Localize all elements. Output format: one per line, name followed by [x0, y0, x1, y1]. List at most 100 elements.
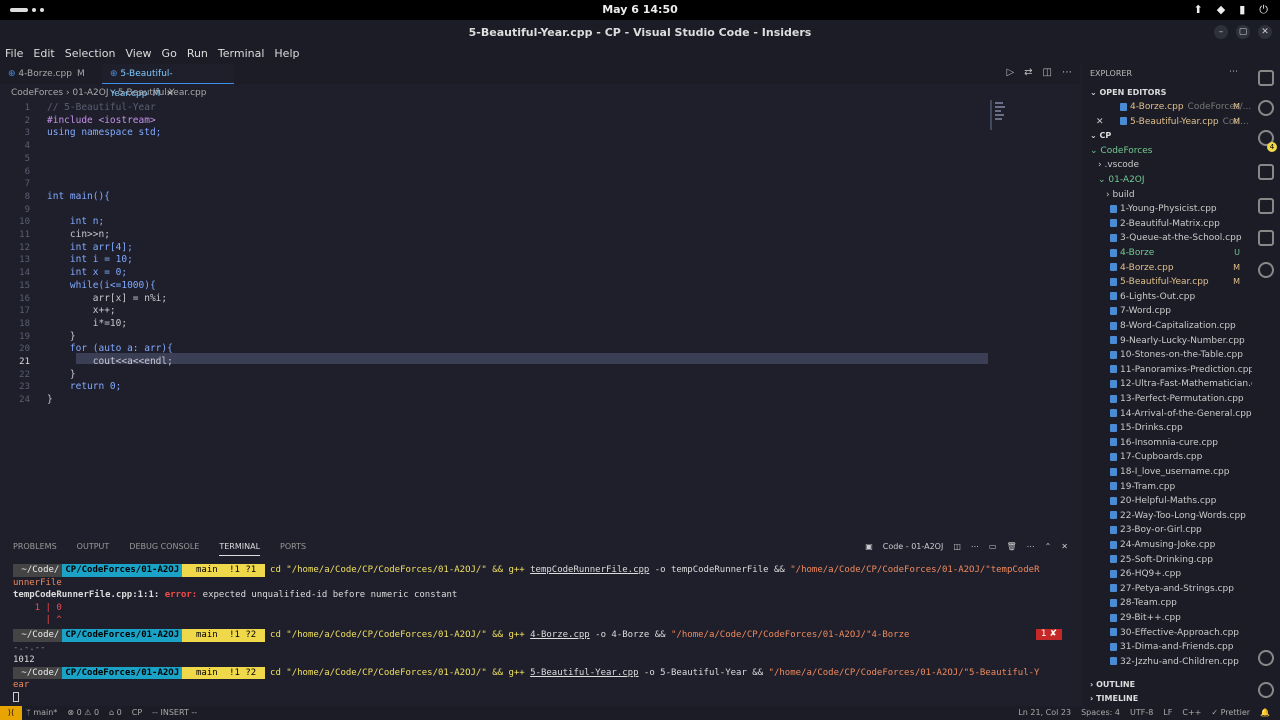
- folder-codeforces[interactable]: ⌄ CodeForces: [1082, 144, 1252, 159]
- maximize-panel-icon[interactable]: ⌃: [1045, 540, 1052, 554]
- more-actions-icon[interactable]: ⋯: [1062, 67, 1072, 78]
- menu-view[interactable]: View: [120, 46, 156, 64]
- settings-gear-icon[interactable]: [1258, 682, 1274, 698]
- workspace-root[interactable]: ⌄ CP: [1082, 129, 1252, 143]
- remote-explorer-icon[interactable]: [1258, 230, 1274, 246]
- file-item[interactable]: 2-Beautiful-Matrix.cpp: [1082, 217, 1252, 232]
- testing-icon[interactable]: [1258, 262, 1274, 278]
- language-mode[interactable]: C++: [1182, 706, 1201, 720]
- split-terminal-icon[interactable]: ◫: [953, 540, 961, 554]
- file-item[interactable]: 28-Team.cpp: [1082, 596, 1252, 611]
- file-item[interactable]: 24-Amusing-Joke.cpp: [1082, 538, 1252, 553]
- tab-ports[interactable]: PORTS: [280, 538, 306, 556]
- file-item[interactable]: 29-Bit++.cpp: [1082, 611, 1252, 626]
- code-editor[interactable]: 1 // 5-Beautiful-Year 2 #include <iostream>…: [0, 100, 1080, 530]
- code-line[interactable]: int n;: [47, 216, 104, 229]
- file-item[interactable]: 18-I_love_username.cpp: [1082, 465, 1252, 480]
- code-line[interactable]: int i = 10;: [47, 254, 133, 267]
- close-window-button[interactable]: ✕: [1258, 25, 1272, 39]
- minimize-button[interactable]: –: [1214, 25, 1228, 39]
- file-item[interactable]: 5-Beautiful-Year.cpp M: [1082, 275, 1252, 290]
- file-item[interactable]: 20-Helpful-Maths.cpp: [1082, 494, 1252, 509]
- source-file-link[interactable]: 5-Beautiful-Year.cpp: [530, 668, 638, 678]
- ports-status[interactable]: ⌂ 0: [109, 706, 122, 720]
- file-item[interactable]: 3-Queue-at-the-School.cpp: [1082, 231, 1252, 246]
- notifications-icon[interactable]: 🔔: [1260, 706, 1270, 720]
- minimap[interactable]: [990, 100, 1006, 130]
- branch-status[interactable]: ᛘ main*: [26, 706, 57, 720]
- code-line[interactable]: int arr[4];: [47, 242, 133, 255]
- panel-layout-icon[interactable]: ▭: [989, 540, 997, 554]
- tab-4-borze[interactable]: ⊕ 4-Borze.cpp M: [0, 64, 102, 84]
- file-item[interactable]: 31-Dima-and-Friends.cpp: [1082, 640, 1252, 655]
- file-item[interactable]: 22-Way-Too-Long-Words.cpp: [1082, 509, 1252, 524]
- explorer-icon[interactable]: [1258, 70, 1274, 86]
- code-line[interactable]: }: [47, 369, 76, 382]
- compare-icon[interactable]: ⇄: [1024, 67, 1032, 78]
- file-item[interactable]: 1-Young-Physicist.cpp: [1082, 202, 1252, 217]
- source-file-link[interactable]: 4-Borze.cpp: [530, 630, 590, 640]
- code-line[interactable]: x++;: [47, 305, 116, 318]
- open-editor-item[interactable]: 5-Beautiful-Year.cpp Cod... M ✕: [1082, 115, 1252, 130]
- tab-5-beautiful-year[interactable]: ⊕ 5-Beautiful-Year.cpp M ✕: [102, 64, 234, 99]
- split-editor-icon[interactable]: ◫: [1043, 67, 1052, 78]
- code-line[interactable]: int main(){: [47, 191, 110, 204]
- menu-selection[interactable]: Selection: [60, 46, 121, 64]
- breadcrumb[interactable]: CodeForces › 01-A2OJ › 5-Beautiful-Year.…: [11, 86, 206, 100]
- system-tray[interactable]: ⬆ ◆ ▮ ⏻: [1194, 3, 1268, 17]
- code-line[interactable]: using namespace std;: [47, 127, 161, 140]
- tab-output[interactable]: OUTPUT: [77, 538, 110, 556]
- file-item[interactable]: 15-Drinks.cpp: [1082, 421, 1252, 436]
- maximize-button[interactable]: ▢: [1236, 25, 1250, 39]
- close-editor-icon[interactable]: ✕: [1096, 115, 1104, 130]
- file-item[interactable]: 11-Panoramixs-Prediction.cpp: [1082, 363, 1252, 378]
- menu-go[interactable]: Go: [157, 46, 182, 64]
- code-line[interactable]: int x = 0;: [47, 267, 127, 280]
- code-line[interactable]: #include <iostream>: [47, 115, 156, 128]
- encoding[interactable]: UTF-8: [1130, 706, 1153, 720]
- menu-terminal[interactable]: Terminal: [213, 46, 270, 64]
- problems-status[interactable]: ⊗ 0 ⚠ 0: [67, 706, 99, 720]
- file-item[interactable]: 12-Ultra-Fast-Mathematician.cpp: [1082, 377, 1252, 392]
- file-item[interactable]: 26-HQ9+.cpp: [1082, 567, 1252, 582]
- account-icon[interactable]: [1258, 650, 1274, 666]
- code-line[interactable]: cin>>n;: [47, 229, 110, 242]
- file-item[interactable]: 16-Insomnia-cure.cpp: [1082, 436, 1252, 451]
- more-actions-icon[interactable]: ⋯: [1027, 540, 1035, 554]
- extensions-icon[interactable]: [1258, 198, 1274, 214]
- code-line[interactable]: for (auto a: arr){: [47, 343, 173, 356]
- folder-vscode[interactable]: › .vscode: [1082, 158, 1252, 173]
- file-item[interactable]: 23-Boy-or-Girl.cpp: [1082, 523, 1252, 538]
- code-line[interactable]: i*=10;: [47, 318, 127, 331]
- code-line[interactable]: cout<<a<<endl;: [47, 356, 173, 369]
- file-item[interactable]: 32-Jzzhu-and-Children.cpp: [1082, 655, 1252, 670]
- code-line[interactable]: }: [47, 331, 76, 344]
- folder-build[interactable]: › build: [1082, 188, 1252, 203]
- more-actions-icon[interactable]: ⋯: [1229, 67, 1238, 77]
- workspace-status[interactable]: CP: [132, 706, 142, 720]
- code-line[interactable]: }: [47, 394, 53, 407]
- code-line[interactable]: return 0;: [47, 381, 121, 394]
- terminal-selector[interactable]: Code - 01-A2OJ: [883, 540, 944, 554]
- file-item[interactable]: 4-Borze U: [1082, 246, 1252, 261]
- file-item[interactable]: 17-Cupboards.cpp: [1082, 450, 1252, 465]
- system-clock[interactable]: May 6 14:50: [0, 3, 1280, 16]
- file-item[interactable]: 7-Word.cpp: [1082, 304, 1252, 319]
- tab-terminal[interactable]: TERMINAL: [219, 538, 261, 556]
- timeline-section[interactable]: › TIMELINE: [1082, 692, 1252, 706]
- file-item[interactable]: 13-Perfect-Permutation.cpp: [1082, 392, 1252, 407]
- run-icon[interactable]: ▷: [1006, 67, 1014, 78]
- file-item[interactable]: 19-Tram.cpp: [1082, 480, 1252, 495]
- close-panel-icon[interactable]: ✕: [1061, 540, 1068, 554]
- file-item[interactable]: 4-Borze.cpp M: [1082, 261, 1252, 276]
- indentation[interactable]: Spaces: 4: [1081, 706, 1120, 720]
- more-icon[interactable]: ⋯: [971, 540, 979, 554]
- run-debug-icon[interactable]: [1258, 164, 1274, 180]
- file-item[interactable]: 14-Arrival-of-the-General.cpp: [1082, 407, 1252, 422]
- remote-indicator[interactable]: ⟩⟨: [0, 706, 22, 720]
- open-editors-section[interactable]: ⌄ OPEN EDITORS: [1082, 86, 1252, 100]
- file-item[interactable]: 10-Stones-on-the-Table.cpp: [1082, 348, 1252, 363]
- trash-icon[interactable]: 🗑: [1006, 540, 1016, 554]
- open-editor-item[interactable]: 4-Borze.cpp CodeForces/... M: [1082, 100, 1252, 115]
- source-file-link[interactable]: tempCodeRunnerFile.cpp: [530, 565, 649, 575]
